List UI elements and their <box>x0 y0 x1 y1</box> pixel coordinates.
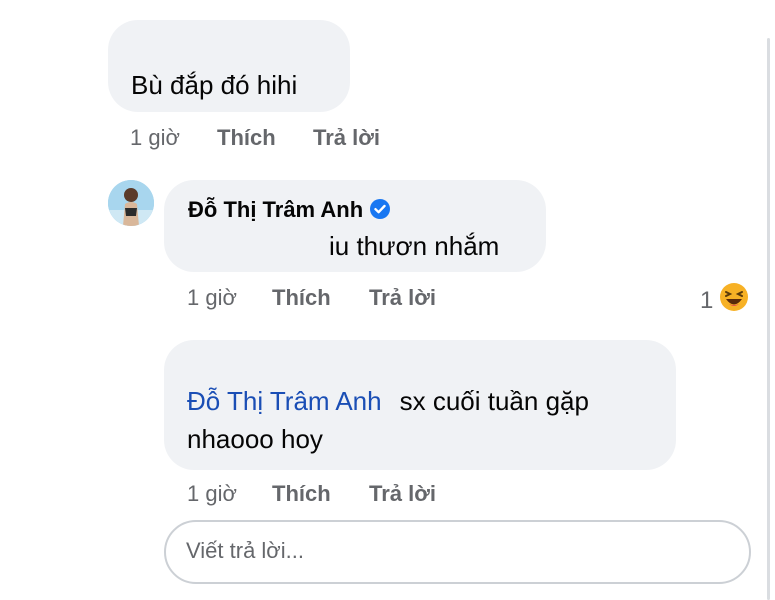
reply-button[interactable]: Trả lời <box>369 285 436 311</box>
like-button[interactable]: Thích <box>217 125 276 151</box>
verified-badge-icon <box>369 198 391 226</box>
reply-button[interactable]: Trả lời <box>369 481 436 507</box>
comment-text: iu thươn nhắm <box>329 231 500 261</box>
reaction-count: 1 <box>700 286 714 314</box>
comment-bubble: Đỗ Thị Trâm Anh iu thươn nhắm <box>164 180 546 272</box>
thread-line <box>767 38 770 600</box>
like-button[interactable]: Thích <box>272 481 331 507</box>
reaction-summary[interactable]: 1 <box>700 282 749 319</box>
reply-button[interactable]: Trả lời <box>313 125 380 151</box>
comment-text: Đỗ Thị Trâm Anh sx cuối tuần gặp nhaooo h… <box>187 382 657 458</box>
comment-bubble: Bù đắp đó hihi <box>108 20 350 112</box>
author-name[interactable]: Đỗ Thị Trâm Anh <box>188 197 363 222</box>
mention-link[interactable]: Đỗ Thị Trâm Anh <box>187 386 382 416</box>
comment-time[interactable]: 1 giờ <box>187 285 237 311</box>
comment-author[interactable]: Đỗ Thị Trâm Anh <box>188 197 391 226</box>
comment-time[interactable]: 1 giờ <box>187 481 237 507</box>
like-button[interactable]: Thích <box>272 285 331 311</box>
laughing-emoji-icon <box>719 282 749 319</box>
avatar[interactable] <box>108 180 154 226</box>
reply-input[interactable]: Viết trả lời... <box>164 520 751 584</box>
comment-time[interactable]: 1 giờ <box>130 125 180 151</box>
comment-bubble: Đỗ Thị Trâm Anh sx cuối tuần gặp nhaooo h… <box>164 340 676 470</box>
comment-text: Bù đắp đó hihi <box>131 70 298 100</box>
